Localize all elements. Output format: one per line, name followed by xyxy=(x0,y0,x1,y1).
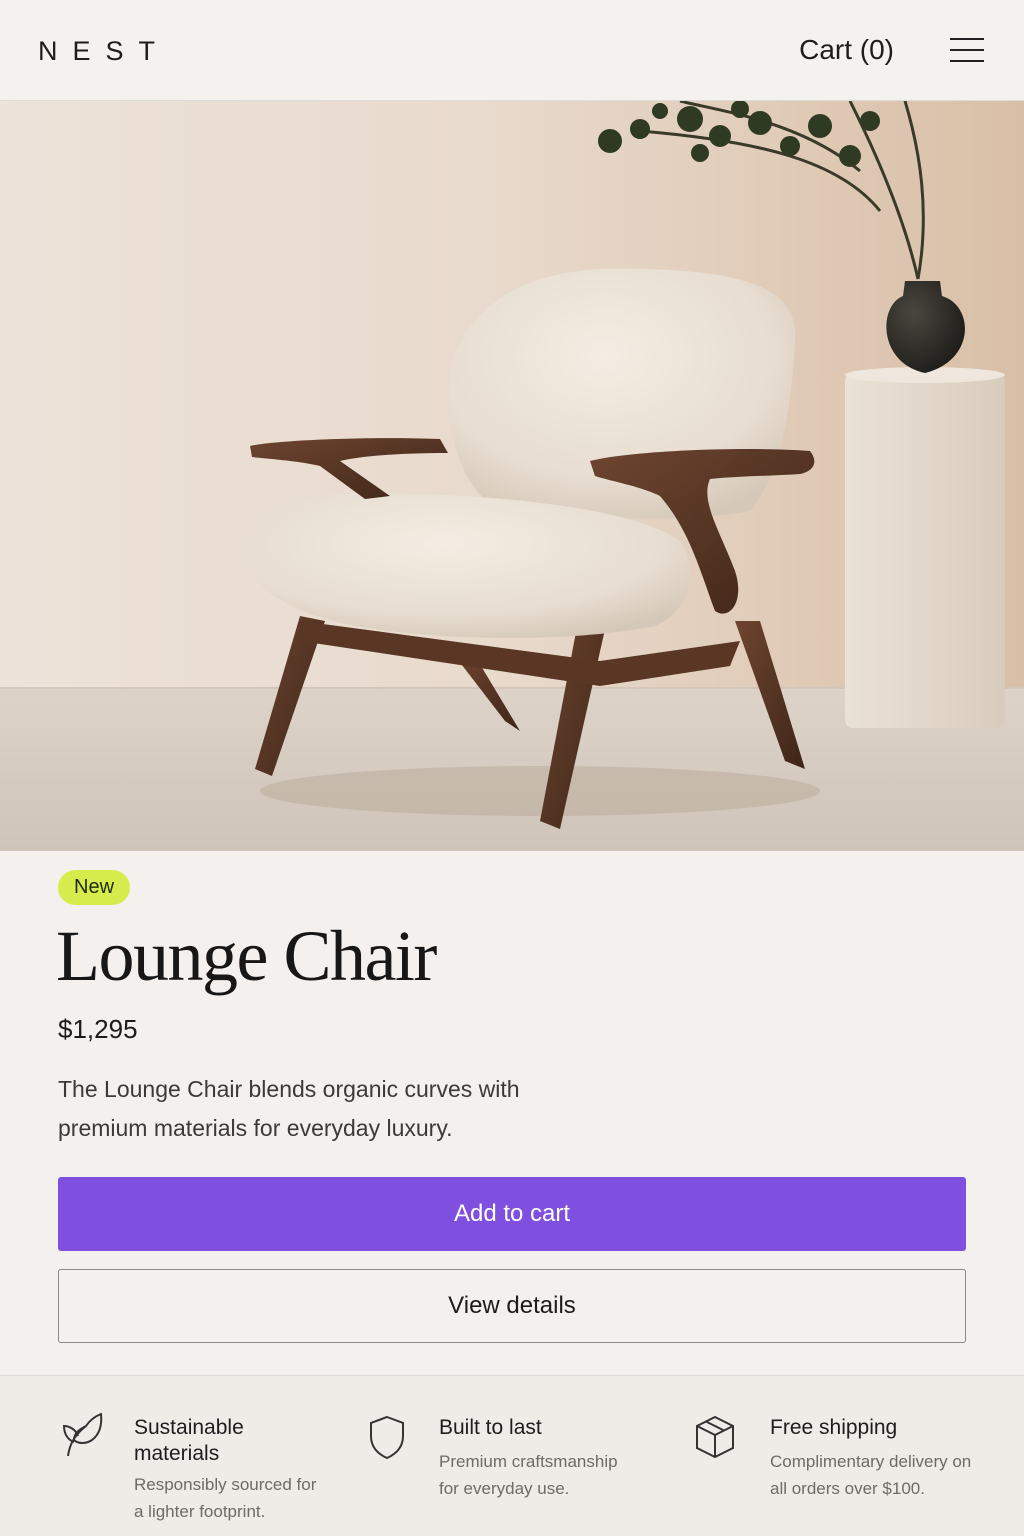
hamburger-menu-icon[interactable] xyxy=(950,36,984,64)
feature-description: Premium craftsmanship for everyday use. xyxy=(439,1452,618,1498)
view-details-button[interactable]: View details xyxy=(58,1269,966,1343)
site-header: NEST Cart (0) xyxy=(0,0,1024,101)
product-page: NEST Cart (0) New Lounge Chair $1,295 Th… xyxy=(0,0,1024,1536)
box-icon xyxy=(696,1415,734,1459)
cart-link[interactable]: Cart (0) xyxy=(799,34,894,66)
leaf-icon xyxy=(62,1412,103,1457)
add-to-cart-button[interactable]: Add to cart xyxy=(58,1177,966,1251)
feature-description: Responsibly sourced for a lighter footpr… xyxy=(134,1475,317,1521)
product-title: Lounge Chair xyxy=(56,916,437,996)
feature-title: Sustainable materials xyxy=(134,1416,244,1465)
brand-logo[interactable]: NEST xyxy=(38,36,170,67)
product-price: $1,295 xyxy=(58,1014,138,1044)
feature-title: Built to last xyxy=(439,1416,542,1439)
feature-description: Complimentary delivery on all orders ove… xyxy=(770,1452,972,1498)
product-description: The Lounge Chair blends organic curves w… xyxy=(58,1076,520,1141)
shield-icon xyxy=(370,1415,404,1460)
feature-title: Free shipping xyxy=(770,1416,898,1439)
features-strip: Sustainable materials Responsibly source… xyxy=(0,1375,1024,1536)
new-badge: New xyxy=(58,870,131,905)
product-hero-image xyxy=(0,101,1024,851)
